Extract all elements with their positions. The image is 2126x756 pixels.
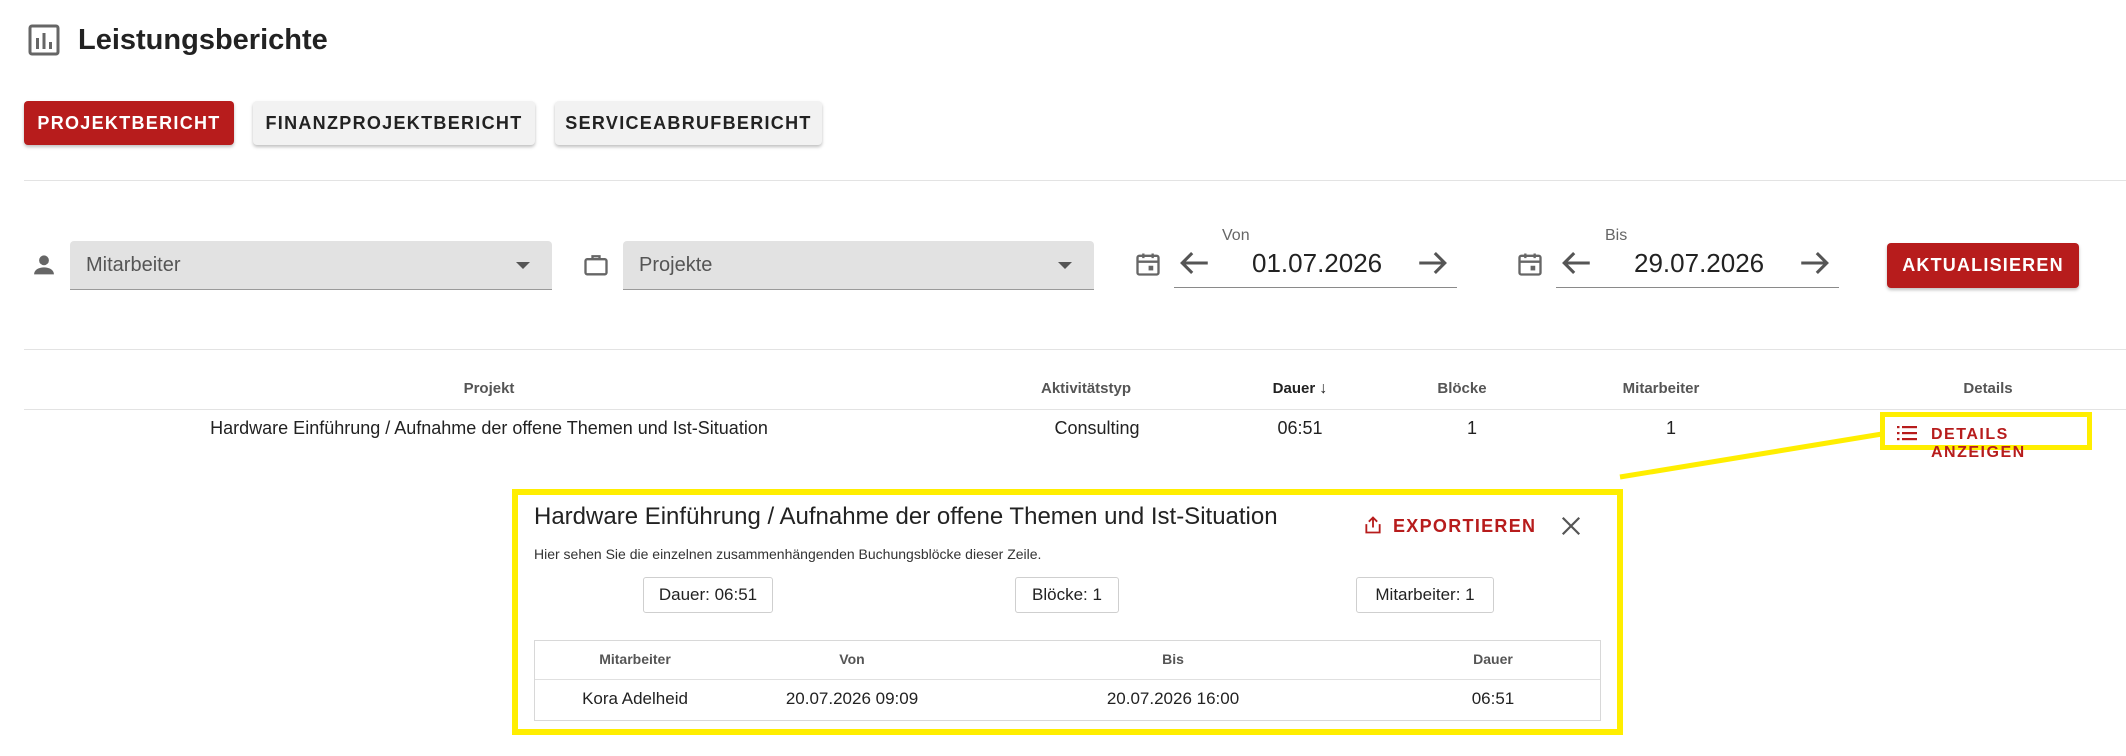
column-header-details: Details [1963, 380, 2013, 397]
blocks-chip: Blöcke: 1 [1015, 577, 1119, 613]
to-date-label: Bis [1605, 227, 1628, 244]
blocks-column-to: Bis [1162, 651, 1184, 667]
column-header-activity[interactable]: Aktivitätstyp [986, 380, 1186, 397]
blocks-column-from: Von [839, 651, 865, 667]
briefcase-icon [584, 255, 608, 276]
list-icon [1897, 426, 1917, 441]
show-details-button[interactable]: DETAILS ANZEIGEN [1880, 412, 2092, 461]
to-date-underline [1556, 287, 1839, 288]
blocks-table-divider [535, 679, 1600, 680]
blocks-table: Mitarbeiter Von Bis Dauer Kora Adelheid … [534, 640, 1601, 721]
from-date-value[interactable]: 01.07.2026 [1252, 248, 1382, 279]
block-cell-duration: 06:51 [1471, 689, 1515, 708]
close-icon[interactable] [1560, 515, 1582, 537]
export-label: EXPORTIEREN [1393, 516, 1537, 536]
block-cell-employee: Kora Adelheid [582, 689, 688, 708]
arrow-right-icon[interactable] [1415, 246, 1449, 280]
block-cell-to: 20.07.2026 16:00 [1106, 689, 1240, 708]
projects-select[interactable]: Projekte [623, 241, 1094, 290]
tab-projektbericht[interactable]: PROJEKTBERICHT [24, 101, 234, 145]
cell-duration: 06:51 [1277, 418, 1323, 438]
employee-select-label: Mitarbeiter [86, 254, 181, 276]
duration-chip: Dauer: 06:51 [643, 577, 773, 613]
tab-finanzprojektbericht[interactable]: FINANZPROJEKTBERICHT [253, 101, 535, 145]
arrow-right-icon[interactable] [1797, 246, 1831, 280]
employee-select[interactable]: Mitarbeiter [70, 241, 552, 290]
chevron-down-icon [516, 262, 530, 269]
divider [24, 349, 2126, 350]
cell-blocks: 1 [1466, 418, 1477, 438]
tab-serviceabrufbericht[interactable]: SERVICEABRUFBERICHT [555, 101, 822, 145]
popup-title: Hardware Einführung / Aufnahme der offen… [534, 503, 1278, 530]
details-popup: Hardware Einführung / Aufnahme der offen… [512, 489, 1623, 735]
column-header-duration-label: Dauer [1272, 380, 1316, 397]
column-header-duration[interactable]: Dauer ↓ [1230, 380, 1370, 398]
calendar-icon[interactable] [1516, 250, 1544, 278]
block-cell-from: 20.07.2026 09:09 [785, 689, 919, 708]
from-date-underline [1174, 287, 1457, 288]
show-details-label: DETAILS ANZEIGEN [1931, 426, 2026, 461]
refresh-button[interactable]: AKTUALISIEREN [1887, 243, 2079, 288]
cell-project: Hardware Einführung / Aufnahme der offen… [210, 418, 768, 438]
to-date-value[interactable]: 29.07.2026 [1634, 248, 1764, 279]
arrow-left-icon[interactable] [1560, 246, 1594, 280]
arrow-left-icon[interactable] [1178, 246, 1212, 280]
page-title: Leistungsberichte [78, 24, 328, 56]
bar-chart-icon [28, 24, 60, 56]
table-header-divider [24, 409, 2126, 410]
cell-activity: Consulting [1054, 418, 1140, 438]
blocks-column-duration: Dauer [1473, 651, 1513, 667]
calendar-icon[interactable] [1134, 250, 1162, 278]
share-export-icon [1365, 516, 1381, 534]
chevron-down-icon [1058, 262, 1072, 269]
blocks-column-employee: Mitarbeiter [599, 651, 671, 667]
column-header-employees[interactable]: Mitarbeiter [1581, 380, 1741, 397]
popup-subtitle: Hier sehen Sie die einzelnen zusammenhän… [534, 546, 1042, 562]
from-date-label: Von [1222, 227, 1250, 244]
projects-select-label: Projekte [639, 254, 713, 276]
employees-chip: Mitarbeiter: 1 [1356, 577, 1494, 613]
sort-descending-icon: ↓ [1319, 380, 1328, 397]
callout-connector [1619, 431, 1883, 480]
column-header-blocks[interactable]: Blöcke [1412, 380, 1512, 397]
person-icon [34, 255, 54, 275]
column-header-project[interactable]: Projekt [389, 380, 589, 397]
divider [24, 180, 2126, 181]
